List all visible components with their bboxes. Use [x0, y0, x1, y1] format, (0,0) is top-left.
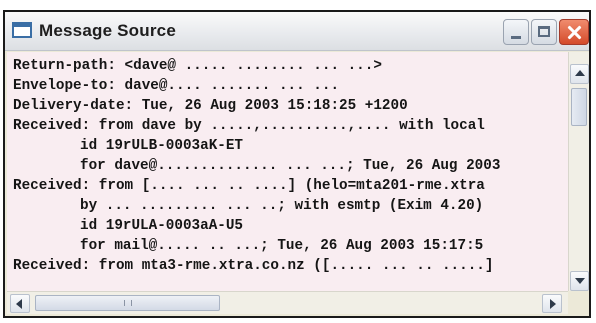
maximize-button[interactable] — [531, 19, 557, 45]
header-line: Return-path: <dave@ ..... ........ ... .… — [13, 58, 382, 74]
header-line: by ... ......... ... ..; with esmtp (Exi… — [80, 198, 484, 214]
vertical-scroll-thumb[interactable] — [571, 88, 587, 126]
header-line: for mail@..... .. ...; Tue, 26 Aug 2003 … — [80, 238, 484, 254]
header-line: Received: from mta3-rme.xtra.co.nz ([...… — [13, 258, 494, 274]
header-line: Received: from [.... ... .. ....] (helo=… — [13, 178, 485, 194]
header-line: id 19rULB-0003aK-ET — [80, 138, 244, 154]
message-source-window: Message Source Return-path: <dave@ .....… — [3, 10, 591, 318]
vertical-scrollbar[interactable] — [568, 52, 589, 291]
header-line: Received: from dave by .....,..........,… — [13, 118, 485, 134]
minimize-button[interactable] — [503, 19, 529, 45]
screenshot-frame: Message Source Return-path: <dave@ .....… — [0, 0, 596, 323]
scroll-left-button[interactable] — [10, 294, 30, 313]
close-button[interactable] — [559, 19, 589, 45]
horizontal-scrollbar[interactable] — [7, 291, 568, 314]
scrollbar-corner — [568, 291, 589, 314]
scroll-down-button[interactable] — [570, 271, 589, 291]
header-line: for dave@.............. ... ...; Tue, 26… — [80, 158, 501, 174]
window-title: Message Source — [39, 21, 176, 40]
header-line: Envelope-to: dave@.... ....... ... ... — [13, 78, 340, 94]
header-line: Delivery-date: Tue, 26 Aug 2003 15:18:25… — [13, 98, 408, 114]
scroll-up-button[interactable] — [570, 64, 589, 84]
message-source-text-area[interactable]: Return-path: <dave@ ..... ........ ... .… — [7, 52, 568, 291]
title-bar[interactable]: Message Source — [5, 12, 589, 51]
horizontal-scroll-thumb[interactable] — [35, 295, 220, 311]
window-icon — [12, 22, 32, 38]
scroll-right-button[interactable] — [542, 294, 562, 313]
header-line: id 19rULA-0003aA-U5 — [80, 218, 244, 234]
